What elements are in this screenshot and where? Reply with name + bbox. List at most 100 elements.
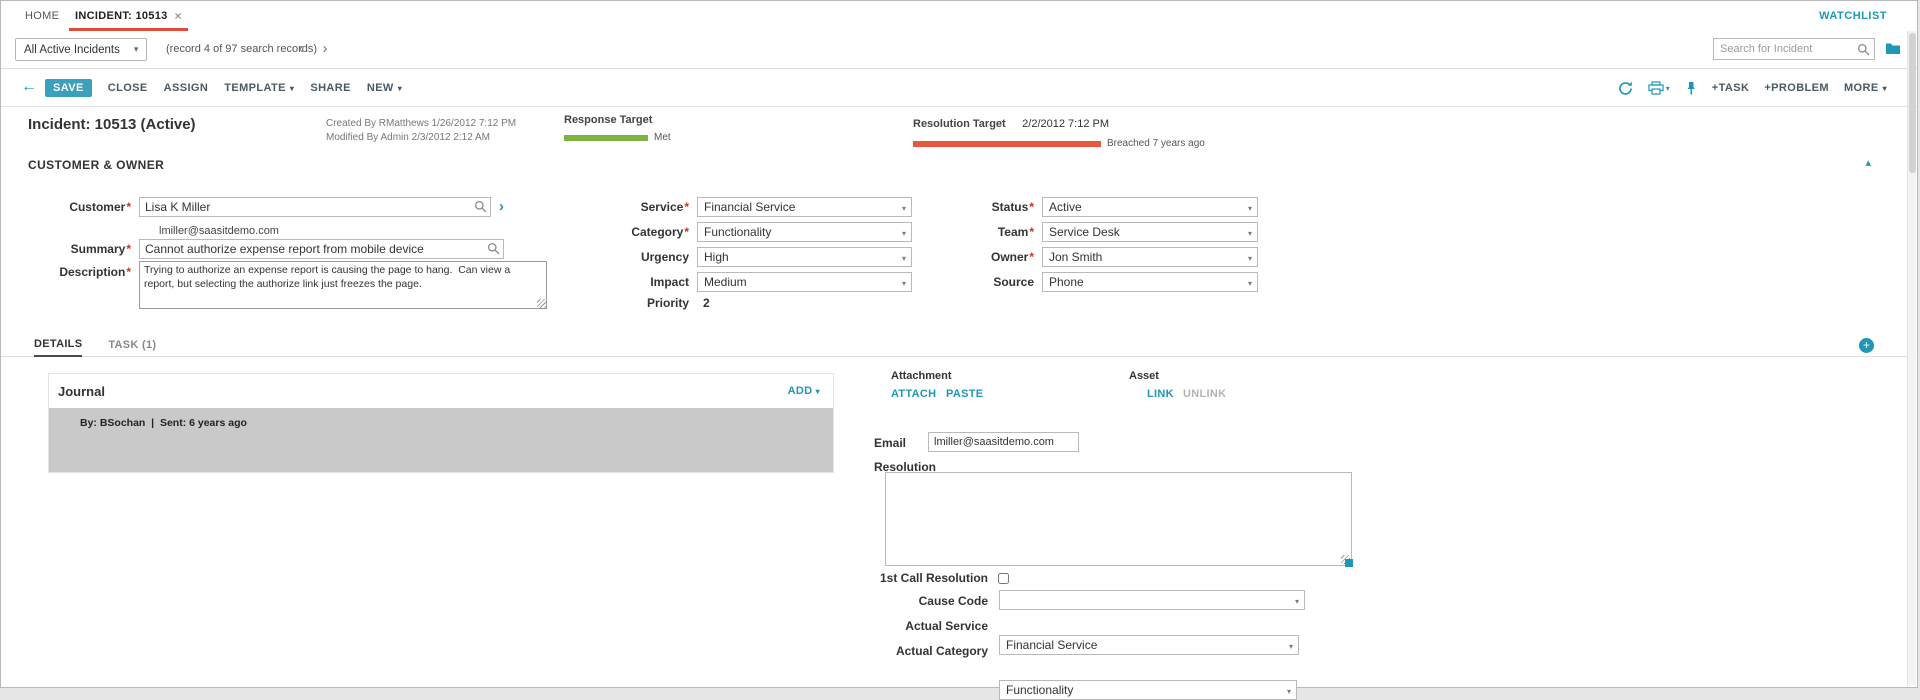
- unlink-asset-button[interactable]: UNLINK: [1183, 388, 1226, 400]
- attach-button[interactable]: ATTACH: [891, 388, 936, 400]
- assign-button[interactable]: ASSIGN: [164, 82, 209, 94]
- category-value: Functionality: [704, 225, 771, 239]
- journal-header: Journal ADD ▾: [49, 374, 833, 408]
- urgency-select[interactable]: High▾: [697, 247, 912, 267]
- add-problem-button[interactable]: +PROBLEM: [1764, 82, 1829, 94]
- cause-code-select[interactable]: ▾: [999, 590, 1305, 610]
- search-input[interactable]: [1714, 39, 1874, 59]
- first-call-label: 1st Call Resolution: [841, 571, 988, 585]
- owner-select[interactable]: Jon Smith▾: [1042, 247, 1258, 267]
- customer-input[interactable]: [139, 197, 491, 217]
- source-row: Source Phone▾: [906, 272, 1258, 292]
- response-target-status: Met: [654, 132, 671, 143]
- description-row: Description* Trying to authorize an expe…: [9, 261, 569, 311]
- owner-value: Jon Smith: [1049, 250, 1102, 264]
- first-call-checkbox[interactable]: [998, 573, 1009, 584]
- collapse-section-icon[interactable]: ▴: [1865, 156, 1871, 169]
- tab-home[interactable]: HOME: [15, 1, 69, 31]
- close-tab-icon[interactable]: ×: [175, 9, 182, 23]
- owner-row: Owner* Jon Smith▾: [906, 247, 1258, 267]
- tab-details[interactable]: DETAILS: [34, 338, 82, 357]
- source-select[interactable]: Phone▾: [1042, 272, 1258, 292]
- chevron-down-icon: ▾: [134, 44, 139, 55]
- tab-task[interactable]: TASK (1): [108, 339, 156, 356]
- customer-search-icon[interactable]: [474, 200, 487, 213]
- resolution-target-date: 2/2/2012 7:12 PM: [1022, 118, 1109, 130]
- journal-entry-text: By: BSochan | Sent: 6 years ago: [80, 417, 247, 429]
- add-tab-button[interactable]: +: [1859, 338, 1874, 353]
- impact-value: Medium: [704, 275, 747, 289]
- description-textarea[interactable]: Trying to authorize an expense report is…: [139, 261, 547, 309]
- summary-row: Summary*: [9, 239, 549, 259]
- close-button[interactable]: CLOSE: [108, 82, 148, 94]
- save-button[interactable]: SAVE: [45, 79, 92, 97]
- saved-search-dropdown[interactable]: All Active Incidents ▾: [15, 38, 147, 61]
- section-customer-owner: CUSTOMER & OWNER: [28, 158, 164, 172]
- resize-grip-icon[interactable]: [537, 299, 546, 308]
- next-record-button[interactable]: ›: [315, 38, 335, 60]
- category-row: Category* Functionality▾: [561, 222, 912, 242]
- printer-icon: [1648, 81, 1664, 95]
- more-button[interactable]: MORE ▾: [1844, 82, 1887, 94]
- incident-page: HOME INCIDENT: 10513 × WATCHLIST All Act…: [0, 0, 1918, 688]
- customer-row: Customer* ›: [9, 197, 549, 217]
- folder-icon[interactable]: [1885, 42, 1901, 55]
- resolution-textarea[interactable]: [885, 472, 1352, 566]
- customer-email: lmiller@saasitdemo.com: [159, 221, 279, 239]
- service-select[interactable]: Financial Service▾: [697, 197, 912, 217]
- chevron-down-icon: ▾: [1248, 279, 1252, 288]
- chevron-down-icon: ▾: [1883, 84, 1887, 93]
- team-row: Team* Service Desk▾: [906, 222, 1258, 242]
- template-button[interactable]: TEMPLATE ▾: [224, 82, 294, 94]
- template-label: TEMPLATE: [224, 82, 286, 94]
- pin-icon[interactable]: [1685, 81, 1697, 95]
- email-input[interactable]: [928, 432, 1079, 452]
- description-label: Description: [59, 265, 125, 279]
- actual-service-label: Actual Service: [841, 619, 988, 633]
- back-button[interactable]: ←: [21, 78, 37, 96]
- chevron-down-icon: ▾: [1248, 229, 1252, 238]
- actual-service-select[interactable]: Financial Service ▾: [999, 635, 1299, 655]
- scrollbar-thumb[interactable]: [1909, 33, 1916, 173]
- impact-select[interactable]: Medium▾: [697, 272, 912, 292]
- actual-category-select[interactable]: Functionality ▾: [999, 680, 1297, 700]
- tab-incident[interactable]: INCIDENT: 10513 ×: [65, 1, 192, 31]
- required-marker: *: [1029, 250, 1034, 264]
- toolbar-left-actions: SAVE CLOSE ASSIGN TEMPLATE ▾ SHARE NEW ▾: [45, 70, 402, 106]
- team-select[interactable]: Service Desk▾: [1042, 222, 1258, 242]
- status-row: Status* Active▾: [906, 197, 1258, 217]
- required-marker: *: [684, 200, 689, 214]
- search-icon[interactable]: [1857, 43, 1870, 56]
- category-label: Category: [631, 225, 683, 239]
- print-button[interactable]: ▾: [1648, 81, 1670, 95]
- asset-label: Asset: [1129, 370, 1159, 382]
- new-button[interactable]: NEW ▾: [367, 82, 402, 94]
- priority-value: 2: [697, 296, 710, 310]
- chevron-down-icon: ▾: [398, 84, 402, 93]
- modified-by: Modified By Admin 2/3/2012 2:12 AM: [326, 131, 516, 145]
- impact-row: Impact Medium▾: [561, 272, 912, 292]
- add-task-button[interactable]: +TASK: [1712, 82, 1750, 94]
- priority-label: Priority: [647, 296, 689, 310]
- resolution-target-label: Resolution Target: [913, 118, 1006, 130]
- chevron-down-icon: ▾: [1289, 642, 1293, 651]
- category-select[interactable]: Functionality▾: [697, 222, 912, 242]
- record-meta: Created By RMatthews 1/26/2012 7:12 PM M…: [326, 117, 516, 145]
- summary-input[interactable]: [139, 239, 504, 259]
- link-asset-button[interactable]: LINK: [1147, 388, 1174, 400]
- prev-record-button[interactable]: ‹: [291, 38, 311, 60]
- refresh-icon[interactable]: [1618, 81, 1633, 96]
- resize-handle[interactable]: [1345, 559, 1353, 567]
- journal-entry[interactable]: By: BSochan | Sent: 6 years ago: [49, 408, 833, 472]
- response-target-bar: [564, 135, 648, 141]
- paste-button[interactable]: PASTE: [946, 388, 983, 400]
- resolution-target-bar: [913, 141, 1101, 147]
- watchlist-link[interactable]: WATCHLIST: [1819, 10, 1887, 22]
- open-customer-record-icon[interactable]: ›: [499, 198, 504, 216]
- summary-search-icon[interactable]: [487, 242, 500, 255]
- journal-add-button[interactable]: ADD ▾: [788, 385, 820, 397]
- share-button[interactable]: SHARE: [310, 82, 351, 94]
- vertical-scrollbar[interactable]: [1907, 31, 1916, 686]
- status-select[interactable]: Active▾: [1042, 197, 1258, 217]
- owner-label: Owner: [991, 250, 1028, 264]
